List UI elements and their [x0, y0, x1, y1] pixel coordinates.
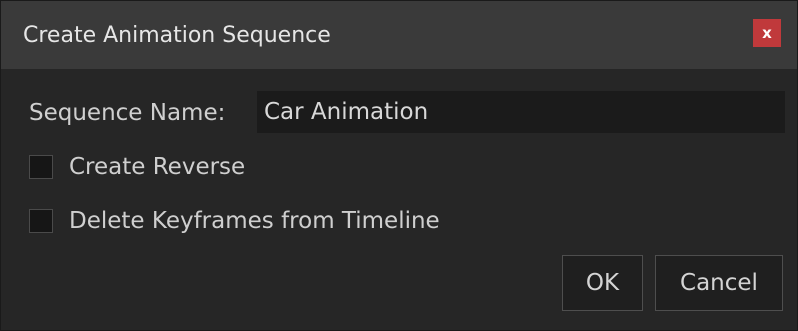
delete-keyframes-checkbox[interactable]: [29, 209, 53, 233]
create-animation-sequence-dialog: Create Animation Sequence x Sequence Nam…: [0, 0, 798, 331]
ok-button[interactable]: OK: [562, 255, 643, 311]
close-icon: x: [762, 24, 772, 42]
sequence-name-label: Sequence Name:: [29, 100, 226, 126]
sequence-name-input[interactable]: [257, 91, 785, 133]
delete-keyframes-option[interactable]: Delete Keyframes from Timeline: [29, 206, 440, 236]
delete-keyframes-label: Delete Keyframes from Timeline: [69, 208, 440, 234]
cancel-button[interactable]: Cancel: [655, 255, 783, 311]
close-button[interactable]: x: [753, 19, 781, 47]
create-reverse-checkbox[interactable]: [29, 155, 53, 179]
create-reverse-label: Create Reverse: [69, 154, 246, 180]
title-bar: Create Animation Sequence x: [1, 1, 797, 69]
create-reverse-option[interactable]: Create Reverse: [29, 152, 245, 182]
dialog-title: Create Animation Sequence: [23, 23, 331, 48]
